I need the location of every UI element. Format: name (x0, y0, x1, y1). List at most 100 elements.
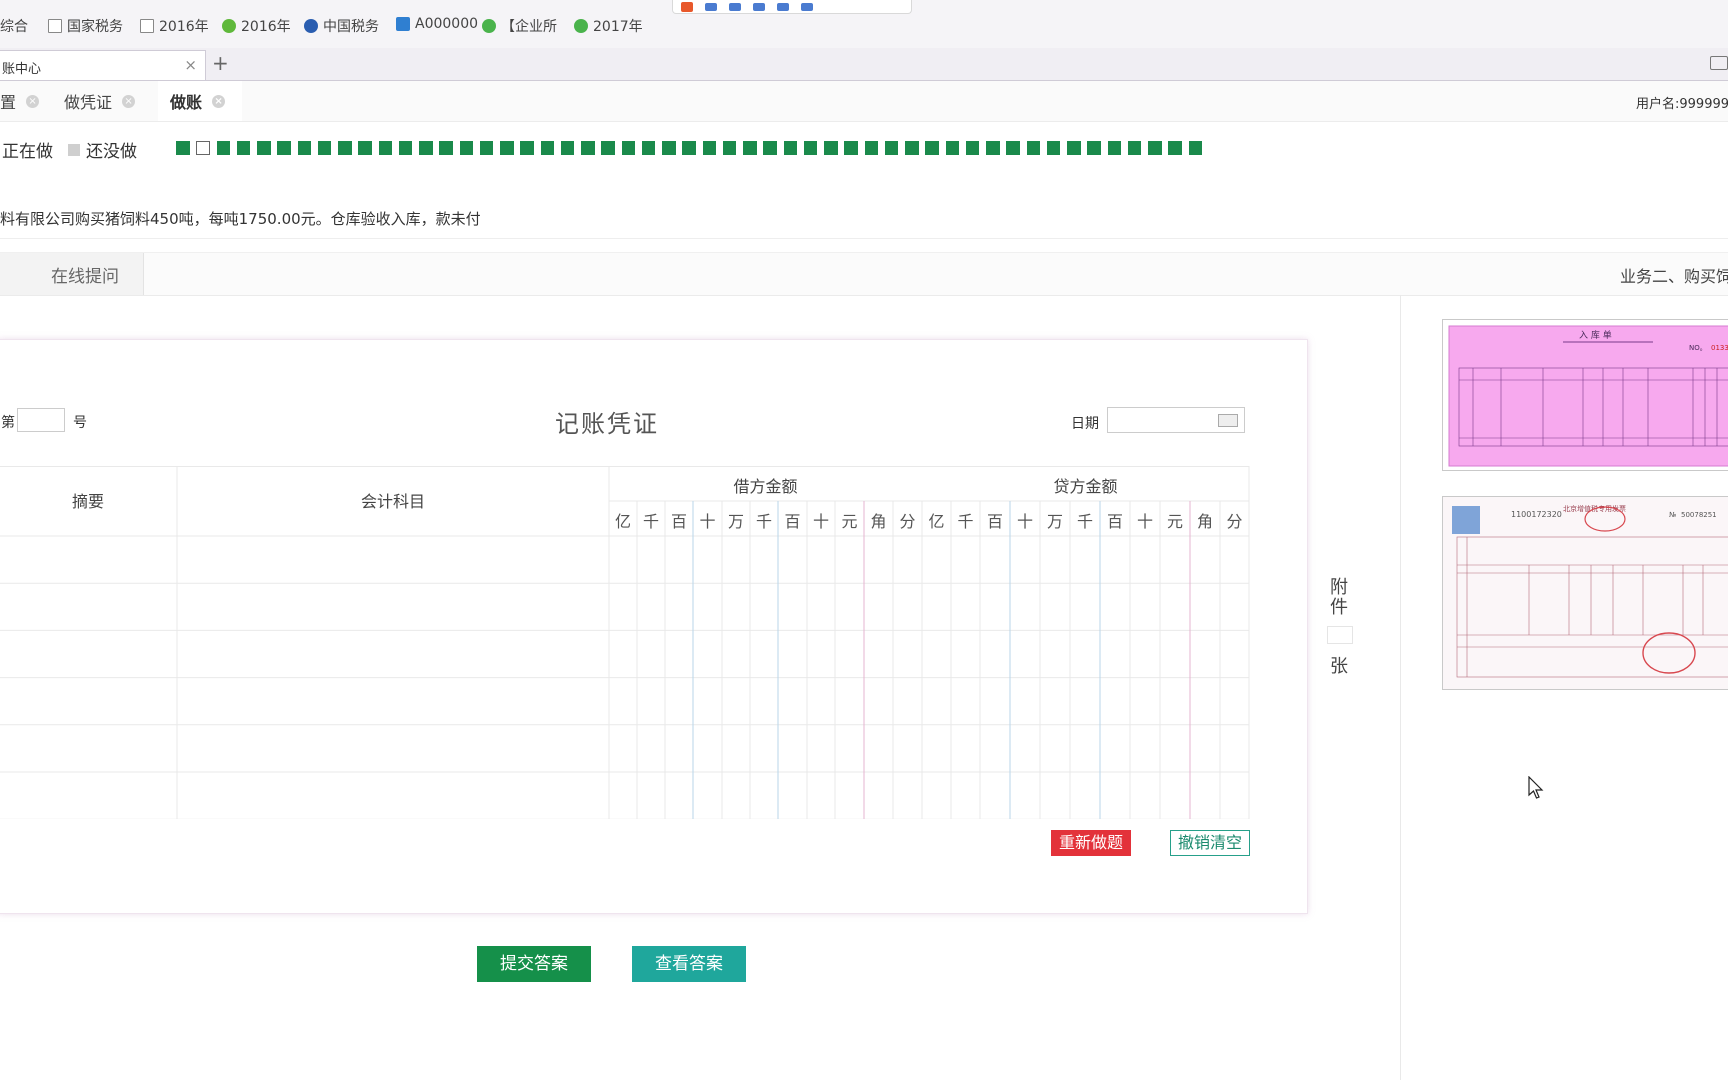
progress-box[interactable] (1107, 141, 1121, 155)
tab-settings[interactable]: 置 × (0, 81, 44, 121)
new-tab-button[interactable]: + (212, 51, 229, 75)
progress-box[interactable] (581, 141, 595, 155)
progress-box[interactable] (1067, 141, 1081, 155)
window-icon[interactable] (1710, 56, 1728, 70)
progress-box[interactable] (641, 141, 656, 155)
bookmark-item[interactable]: 综合 (0, 16, 28, 36)
progress-box[interactable] (884, 141, 899, 155)
summary-cell[interactable] (0, 772, 177, 819)
progress-box[interactable] (520, 141, 534, 155)
browser-tab[interactable]: 账中心 × (0, 50, 206, 80)
calendar-icon[interactable] (1218, 414, 1238, 427)
credit-cell[interactable] (922, 725, 1249, 772)
progress-box[interactable] (1026, 141, 1040, 155)
progress-box[interactable] (662, 141, 676, 155)
account-cell[interactable] (177, 583, 609, 630)
progress-box[interactable] (419, 141, 433, 155)
progress-box[interactable] (297, 141, 311, 155)
progress-box[interactable] (378, 141, 392, 155)
redo-button[interactable]: 重新做题 (1051, 830, 1131, 856)
progress-box[interactable] (1168, 141, 1182, 155)
progress-box[interactable] (236, 141, 251, 155)
progress-box[interactable] (743, 141, 757, 155)
progress-box[interactable] (560, 141, 575, 155)
progress-box[interactable] (702, 141, 716, 155)
progress-box[interactable] (216, 141, 230, 155)
account-cell[interactable] (177, 536, 609, 583)
progress-box[interactable] (277, 141, 291, 155)
tab-bookkeeping[interactable]: 做账 × (158, 81, 242, 121)
bookmark-item[interactable]: 2017年 (574, 16, 643, 36)
close-tab-icon[interactable]: × (184, 56, 197, 74)
progress-box[interactable] (338, 141, 352, 155)
bookmark-item[interactable]: 2016年 (222, 16, 291, 36)
progress-box[interactable] (763, 141, 777, 155)
progress-box[interactable] (783, 141, 797, 155)
progress-box[interactable] (257, 141, 271, 155)
summary-cell[interactable] (0, 583, 177, 630)
progress-box[interactable] (621, 141, 635, 155)
debit-cell[interactable] (609, 630, 922, 677)
credit-cell[interactable] (922, 630, 1249, 677)
progress-box[interactable] (439, 141, 453, 155)
invoice-thumbnail-vat[interactable]: 1100172320 北京增值税专用发票 № 50078251 (1442, 496, 1728, 690)
progress-box[interactable] (500, 141, 514, 155)
account-cell[interactable] (177, 772, 609, 819)
close-icon[interactable]: × (122, 94, 136, 108)
account-cell[interactable] (177, 630, 609, 677)
progress-box[interactable] (1087, 141, 1101, 155)
progress-box[interactable] (358, 141, 372, 155)
account-cell[interactable] (177, 725, 609, 772)
progress-box[interactable] (317, 141, 332, 155)
attachment-count-input[interactable] (1327, 626, 1353, 644)
receipt-thumbnail-warehouse[interactable]: 入 库 单 NO。 0133 (1442, 319, 1728, 471)
close-icon[interactable]: × (26, 94, 40, 108)
progress-box[interactable] (1127, 141, 1142, 155)
progress-box[interactable] (1046, 141, 1061, 155)
progress-box[interactable] (986, 141, 1000, 155)
submit-answer-button[interactable]: 提交答案 (477, 946, 591, 982)
view-answer-button[interactable]: 查看答案 (632, 946, 746, 982)
progress-box[interactable] (925, 141, 939, 155)
credit-cell[interactable] (922, 536, 1249, 583)
progress-box[interactable] (196, 141, 210, 155)
progress-box[interactable] (1148, 141, 1162, 155)
bookmark-item[interactable]: 【企业所 (482, 16, 557, 36)
summary-cell[interactable] (0, 678, 177, 725)
voucher-number-input[interactable] (17, 408, 65, 432)
ime-toolbar[interactable] (672, 0, 912, 14)
progress-box[interactable] (540, 141, 554, 155)
progress-box[interactable] (803, 141, 818, 155)
progress-box[interactable] (824, 141, 838, 155)
bookmark-item[interactable]: 国家税务 (48, 16, 123, 36)
date-input[interactable] (1107, 407, 1245, 433)
summary-cell[interactable] (0, 630, 177, 677)
credit-cell[interactable] (922, 583, 1249, 630)
tab-make-voucher[interactable]: 做凭证 × (64, 81, 160, 121)
summary-cell[interactable] (0, 536, 177, 583)
bookmark-item[interactable]: 2016年 (140, 16, 209, 36)
progress-box[interactable] (1006, 141, 1020, 155)
close-icon[interactable]: × (212, 94, 226, 108)
progress-box[interactable] (965, 141, 980, 155)
debit-cell[interactable] (609, 678, 922, 725)
debit-cell[interactable] (609, 772, 922, 819)
progress-box[interactable] (682, 141, 696, 155)
summary-cell[interactable] (0, 725, 177, 772)
debit-cell[interactable] (609, 725, 922, 772)
bookmark-item[interactable]: 中国税务 (304, 16, 379, 36)
clear-button[interactable]: 撤销清空 (1170, 830, 1250, 856)
debit-cell[interactable] (609, 536, 922, 583)
account-cell[interactable] (177, 678, 609, 725)
credit-cell[interactable] (922, 772, 1249, 819)
progress-box[interactable] (722, 141, 737, 155)
progress-box[interactable] (479, 141, 494, 155)
progress-box[interactable] (398, 141, 413, 155)
progress-box[interactable] (945, 141, 959, 155)
progress-box[interactable] (601, 141, 615, 155)
progress-box[interactable] (864, 141, 878, 155)
online-question-tab[interactable]: 在线提问 (0, 253, 144, 295)
credit-cell[interactable] (922, 678, 1249, 725)
bookmark-item[interactable]: A000000 (396, 16, 478, 32)
progress-box[interactable] (844, 141, 858, 155)
